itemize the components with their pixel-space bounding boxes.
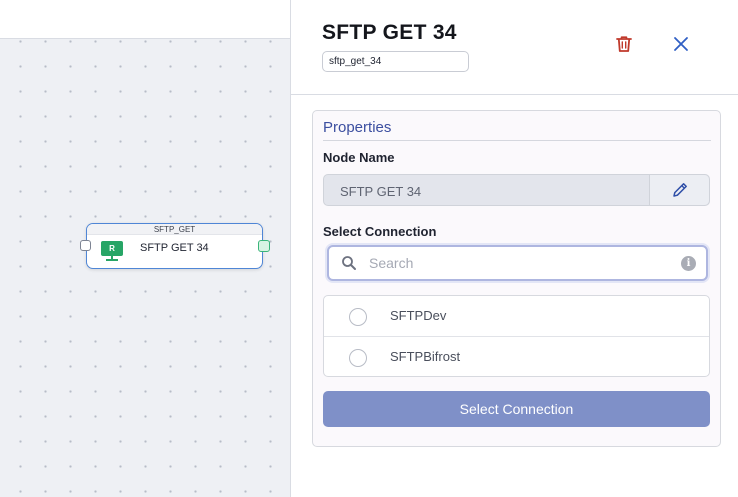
connection-option-sftpdev[interactable]: SFTPDev: [324, 296, 709, 336]
output-port[interactable]: [258, 240, 270, 252]
connection-list: SFTPDev SFTPBifrost: [323, 295, 710, 377]
panel-title: SFTP GET 34: [322, 21, 457, 44]
connection-option-sftpbifrost[interactable]: SFTPBifrost: [324, 336, 709, 376]
sftp-node-icon: R: [101, 241, 123, 261]
delete-button[interactable]: [613, 33, 635, 55]
search-icon: [342, 256, 356, 270]
info-icon[interactable]: i: [681, 256, 696, 271]
radio-button[interactable]: [349, 308, 367, 326]
properties-panel: SFTP GET 34 sftp_get_34 Properties Node …: [290, 0, 738, 497]
node-name-value: SFTP GET 34: [340, 184, 422, 199]
connection-label: SFTPBifrost: [390, 349, 461, 364]
node-label: SFTP GET 34: [140, 242, 209, 254]
select-connection-button[interactable]: Select Connection: [323, 391, 710, 427]
canvas-toolbar: [0, 0, 290, 39]
connection-search-box: i: [327, 245, 708, 281]
pencil-icon: [672, 183, 687, 197]
node-id-field[interactable]: sftp_get_34: [322, 51, 469, 72]
node-name-field: SFTP GET 34: [323, 174, 710, 206]
select-connection-label: Select Connection: [323, 224, 437, 239]
workflow-canvas[interactable]: SFTP_GET R SFTP GET 34: [0, 0, 290, 497]
radio-button[interactable]: [349, 349, 367, 367]
workflow-node-sftp-get[interactable]: SFTP_GET R SFTP GET 34: [80, 223, 270, 269]
trash-icon: [616, 36, 632, 52]
properties-card: Properties Node Name SFTP GET 34 Select …: [312, 110, 721, 447]
close-icon: [674, 37, 688, 51]
input-port[interactable]: [80, 240, 91, 251]
edit-node-name-button[interactable]: [649, 175, 709, 205]
section-title-properties: Properties: [323, 119, 392, 136]
connection-label: SFTPDev: [390, 308, 447, 323]
connection-search-input[interactable]: [369, 253, 669, 273]
panel-header: SFTP GET 34 sftp_get_34: [291, 0, 738, 95]
close-button[interactable]: [671, 34, 691, 54]
node-type-label: SFTP_GET: [87, 224, 262, 235]
section-divider: [323, 140, 711, 141]
node-name-label: Node Name: [323, 150, 395, 165]
